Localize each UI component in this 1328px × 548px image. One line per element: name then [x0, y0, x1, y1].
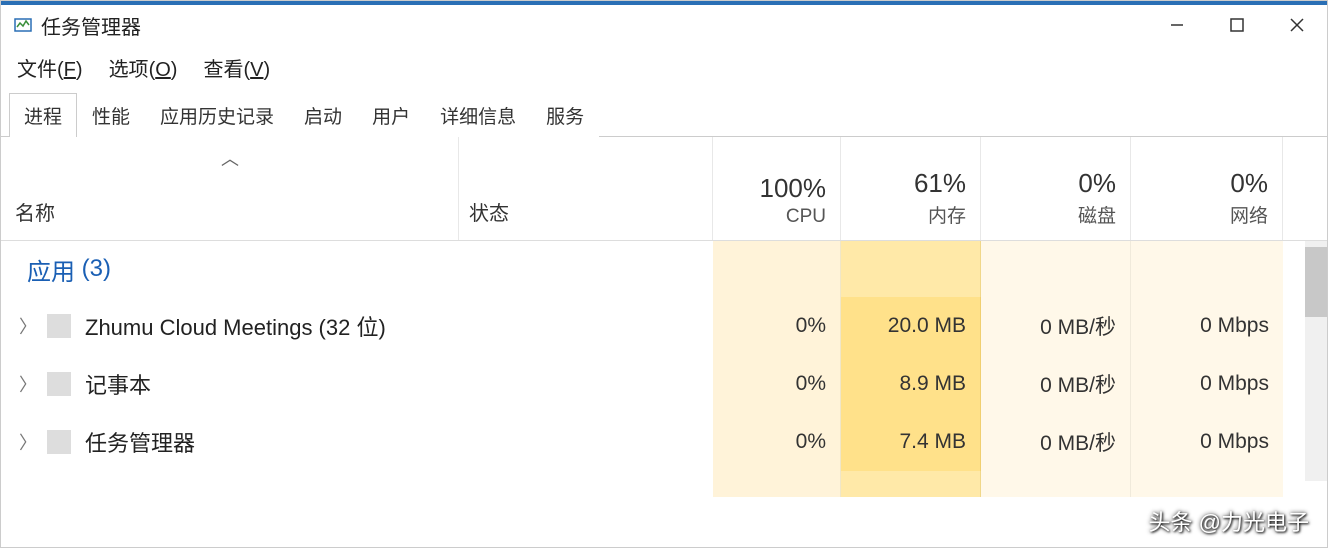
titlebar[interactable]: 任务管理器 [1, 1, 1327, 45]
disk-usage-total: 0% [1078, 168, 1116, 199]
cell-network: 0 Mbps [1131, 413, 1283, 471]
cpu-usage-total: 100% [760, 173, 827, 204]
window-controls [1147, 5, 1327, 45]
expand-icon[interactable]: 〉 [19, 371, 33, 397]
expand-icon[interactable]: 〉 [19, 429, 33, 455]
table-header: ︿ 名称 状态 100% CPU 61% 内存 0% 磁盘 0% 网络 [1, 137, 1327, 241]
app-icon [13, 15, 33, 35]
network-usage-total: 0% [1230, 168, 1268, 199]
tab-strip: 进程 性能 应用历史记录 启动 用户 详细信息 服务 [1, 92, 1327, 137]
watermark: 头条 @力光电子 [1149, 505, 1309, 537]
memory-usage-total: 61% [914, 168, 966, 199]
column-header-cpu[interactable]: 100% CPU [713, 137, 841, 240]
cell-cpu: 0% [713, 413, 841, 471]
tab-services[interactable]: 服务 [531, 93, 599, 137]
process-icon [47, 430, 71, 454]
process-table: ︿ 名称 状态 100% CPU 61% 内存 0% 磁盘 0% 网络 应用 (… [1, 137, 1327, 523]
cell-network: 0 Mbps [1131, 355, 1283, 413]
cell-disk: 0 MB/秒 [981, 413, 1131, 471]
process-icon [47, 314, 71, 338]
cell-cpu: 0% [713, 297, 841, 355]
tab-app-history[interactable]: 应用历史记录 [145, 93, 289, 137]
process-icon [47, 372, 71, 396]
process-row[interactable]: 〉 记事本 0% 8.9 MB 0 MB/秒 0 Mbps [1, 355, 1327, 413]
cell-disk: 0 MB/秒 [981, 297, 1131, 355]
process-row[interactable]: 〉 任务管理器 0% 7.4 MB 0 MB/秒 0 Mbps [1, 413, 1327, 471]
tab-startup[interactable]: 启动 [289, 93, 357, 137]
cell-memory: 7.4 MB [841, 413, 981, 471]
close-button[interactable] [1267, 5, 1327, 45]
column-header-memory[interactable]: 61% 内存 [841, 137, 981, 240]
table-tail [1, 471, 1327, 497]
cell-memory: 8.9 MB [841, 355, 981, 413]
menu-options[interactable]: 选项(O) [109, 53, 178, 82]
process-name: Zhumu Cloud Meetings (32 位) [85, 310, 386, 342]
table-body: 应用 (3) 〉 Zhumu Cloud Meetings (32 位) 0% … [1, 241, 1327, 497]
menubar: 文件(F) 选项(O) 查看(V) [1, 45, 1327, 92]
maximize-button[interactable] [1207, 5, 1267, 45]
scrollbar-thumb[interactable] [1305, 247, 1327, 317]
app-title: 任务管理器 [41, 11, 141, 40]
group-header-apps[interactable]: 应用 (3) [1, 241, 1327, 297]
tab-processes[interactable]: 进程 [9, 93, 77, 137]
cell-memory: 20.0 MB [841, 297, 981, 355]
column-header-status[interactable]: 状态 [459, 137, 713, 240]
column-header-network[interactable]: 0% 网络 [1131, 137, 1283, 240]
process-row[interactable]: 〉 Zhumu Cloud Meetings (32 位) 0% 20.0 MB… [1, 297, 1327, 355]
tab-details[interactable]: 详细信息 [425, 93, 531, 137]
minimize-button[interactable] [1147, 5, 1207, 45]
menu-file[interactable]: 文件(F) [17, 53, 83, 82]
tab-performance[interactable]: 性能 [77, 93, 145, 137]
column-header-name[interactable]: ︿ 名称 [1, 137, 459, 240]
tab-users[interactable]: 用户 [357, 93, 425, 137]
column-header-disk[interactable]: 0% 磁盘 [981, 137, 1131, 240]
cell-cpu: 0% [713, 355, 841, 413]
cell-disk: 0 MB/秒 [981, 355, 1131, 413]
expand-icon[interactable]: 〉 [19, 313, 33, 339]
process-name: 记事本 [85, 368, 151, 400]
menu-view[interactable]: 查看(V) [203, 53, 270, 82]
cell-network: 0 Mbps [1131, 297, 1283, 355]
vertical-scrollbar[interactable] [1305, 241, 1327, 481]
sort-indicator-icon: ︿ [221, 145, 239, 171]
process-name: 任务管理器 [85, 426, 195, 458]
